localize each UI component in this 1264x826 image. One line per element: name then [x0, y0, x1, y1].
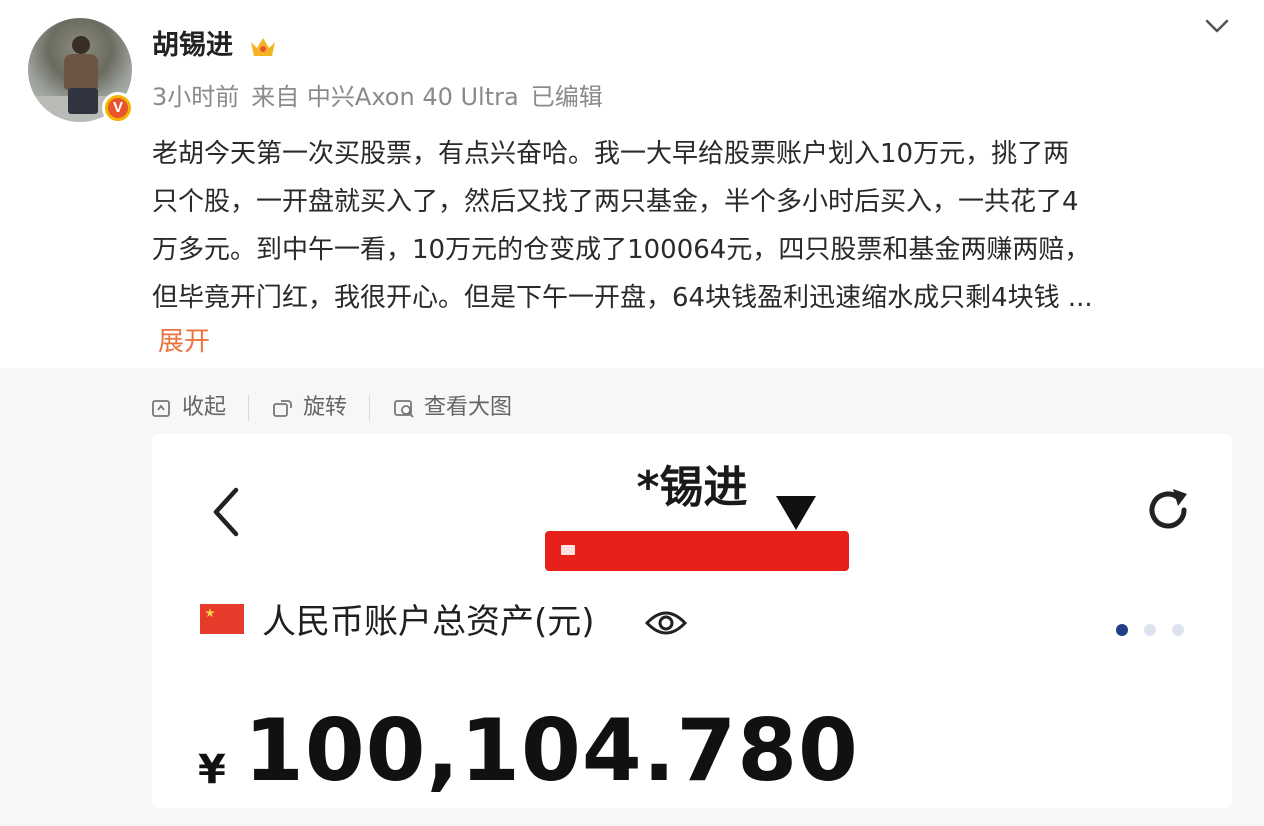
expand-link[interactable]: 展开	[158, 320, 210, 364]
post-text-line: 但毕竟开门红，我很开心。但是下午一开盘，64块钱盈利迅速缩水成只剩4块钱 ...	[152, 283, 1093, 313]
chevron-down-icon[interactable]	[1202, 14, 1232, 38]
post-edited: 已编辑	[530, 83, 603, 111]
media-area: 收起 旋转 查看大图 *锡进 人民币账户总资产(元) ¥ 100,104.780	[0, 368, 1264, 826]
page-dot[interactable]	[1172, 624, 1184, 636]
rotate-label: 旋转	[303, 395, 348, 420]
dropdown-triangle-icon[interactable]	[774, 494, 818, 532]
currency-symbol: ¥	[198, 747, 226, 793]
total-assets-label: 人民币账户总资产(元)	[262, 602, 595, 642]
post-text-line: 万多元。到中午一看，10万元的仓变成了100064元，四只股票和基金两赚两赔，	[152, 235, 1091, 265]
avatar-figure-legs	[68, 88, 98, 114]
total-assets-value: 100,104.780	[244, 701, 859, 801]
toolbar-divider	[248, 395, 250, 421]
username[interactable]: 胡锡进	[152, 28, 233, 64]
post-source[interactable]: 来自 中兴Axon 40 Ultra	[251, 83, 518, 111]
page-indicator	[1116, 624, 1184, 636]
post-time: 3小时前	[152, 83, 240, 111]
media-toolbar: 收起 旋转 查看大图	[150, 390, 512, 426]
post-meta: 3小时前 来自 中兴Axon 40 Ultra 已编辑	[152, 82, 603, 112]
avatar-figure-body	[64, 54, 98, 90]
weibo-post: V 胡锡进 3小时前 来自 中兴Axon 40 Ultra 已编辑 老胡今天第一次买…	[0, 0, 1264, 368]
collapse-icon	[152, 400, 170, 417]
view-large-label: 查看大图	[424, 395, 513, 420]
view-large-button[interactable]: 查看大图	[392, 393, 512, 423]
eye-icon[interactable]	[644, 606, 688, 640]
avatar-figure-head	[72, 36, 90, 54]
collapse-label: 收起	[182, 395, 227, 420]
view-large-icon	[394, 400, 414, 418]
rotate-icon	[273, 400, 292, 417]
toolbar-divider	[369, 395, 371, 421]
post-text-line: 老胡今天第一次买股票，有点兴奋哈。我一大早给股票账户划入10万元，挑了两	[152, 139, 1070, 169]
refresh-icon[interactable]	[1142, 484, 1194, 536]
account-screenshot[interactable]: *锡进 人民币账户总资产(元) ¥ 100,104.780	[152, 434, 1232, 808]
page-dot[interactable]	[1144, 624, 1156, 636]
collapse-button[interactable]: 收起	[150, 393, 226, 423]
account-name: *锡进	[636, 462, 748, 513]
crown-icon	[251, 38, 275, 56]
post-text: 老胡今天第一次买股票，有点兴奋哈。我一大早给股票账户划入10万元，挑了两 只个股…	[152, 130, 1242, 322]
page-dot-active[interactable]	[1116, 624, 1128, 636]
post-text-line: 只个股，一开盘就买入了，然后又找了两只基金，半个多小时后买入，一共花了4	[152, 187, 1079, 217]
china-flag-icon	[200, 604, 244, 634]
verified-badge-icon: V	[102, 92, 134, 124]
redacted-account-bar	[545, 531, 849, 571]
rotate-button[interactable]: 旋转	[271, 393, 347, 423]
